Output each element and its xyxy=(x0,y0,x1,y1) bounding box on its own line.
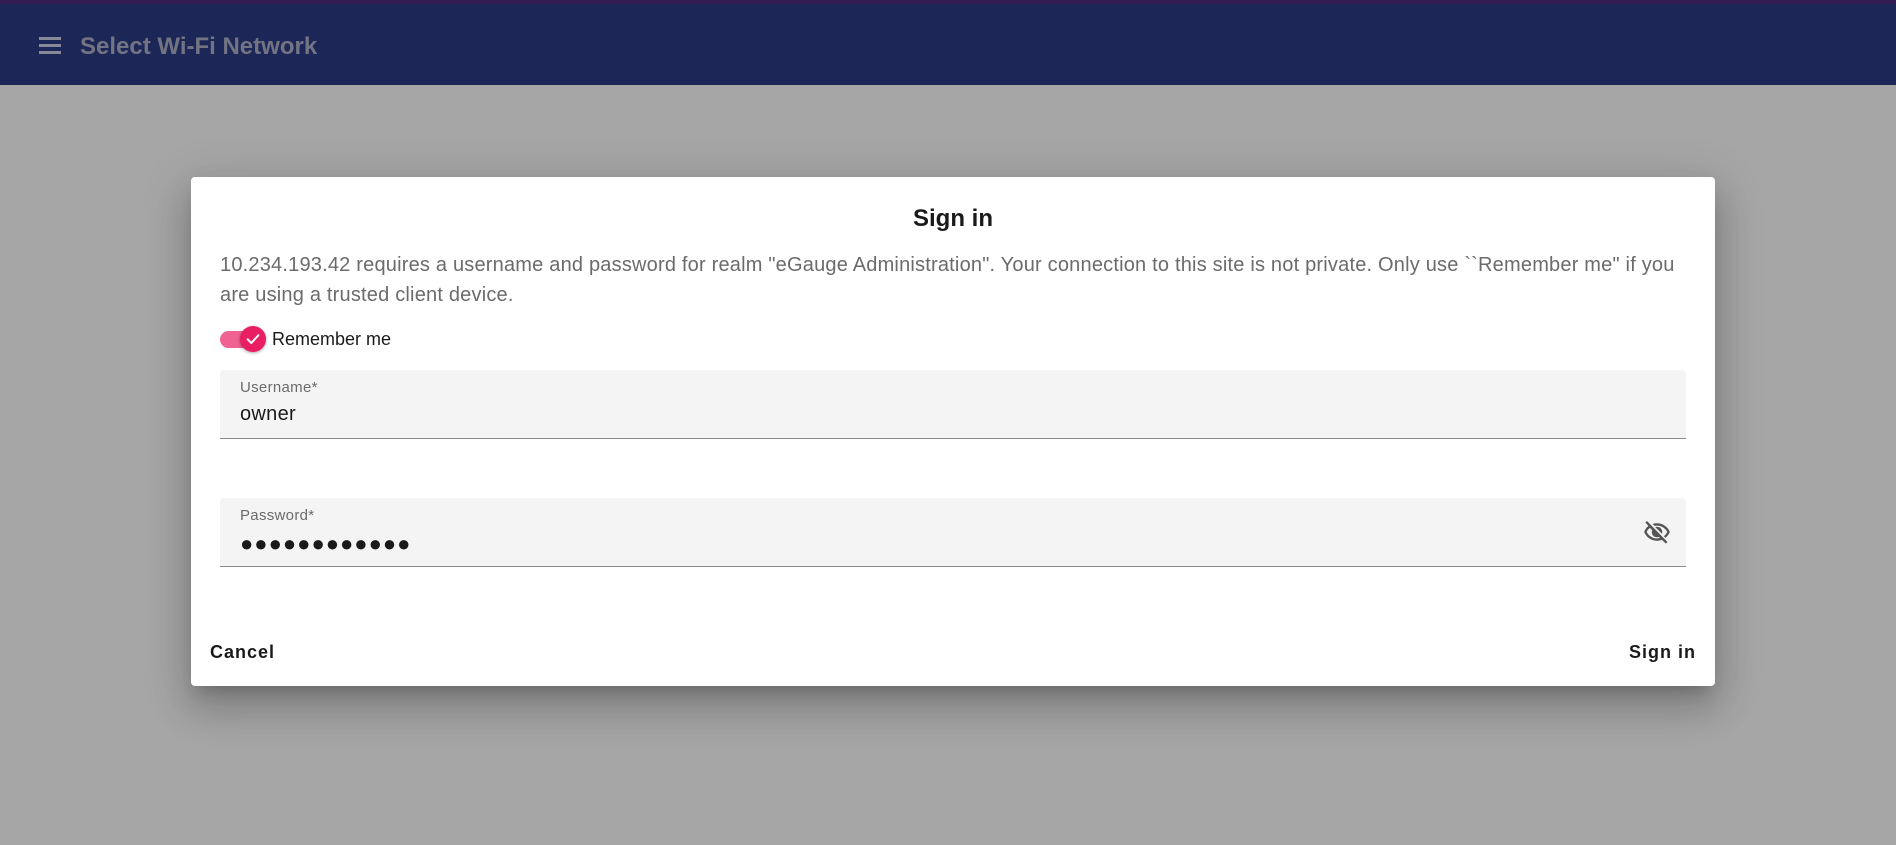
password-field[interactable]: Password* ●●●●●●●●●●●● xyxy=(220,498,1686,567)
dialog-message: 10.234.193.42 requires a username and pa… xyxy=(220,254,1675,306)
username-input[interactable]: owner xyxy=(240,403,296,426)
dialog-actions: Cancel Sign in xyxy=(191,637,1715,667)
username-field[interactable]: Username* owner xyxy=(220,370,1686,439)
sign-in-button[interactable]: Sign in xyxy=(1621,637,1704,667)
password-label: Password* xyxy=(240,507,315,524)
sign-in-dialog: Sign in 10.234.193.42 requires a usernam… xyxy=(191,177,1715,686)
cancel-button[interactable]: Cancel xyxy=(202,637,283,667)
remember-me-toggle[interactable] xyxy=(220,324,266,354)
toggle-thumb xyxy=(240,326,266,352)
remember-me-row: Remember me xyxy=(220,324,391,354)
visibility-off-icon[interactable] xyxy=(1642,518,1672,546)
dialog-title: Sign in xyxy=(913,205,993,232)
username-label: Username* xyxy=(240,379,318,396)
check-icon xyxy=(246,334,260,344)
remember-me-label[interactable]: Remember me xyxy=(272,329,391,350)
password-input[interactable]: ●●●●●●●●●●●● xyxy=(240,531,411,557)
